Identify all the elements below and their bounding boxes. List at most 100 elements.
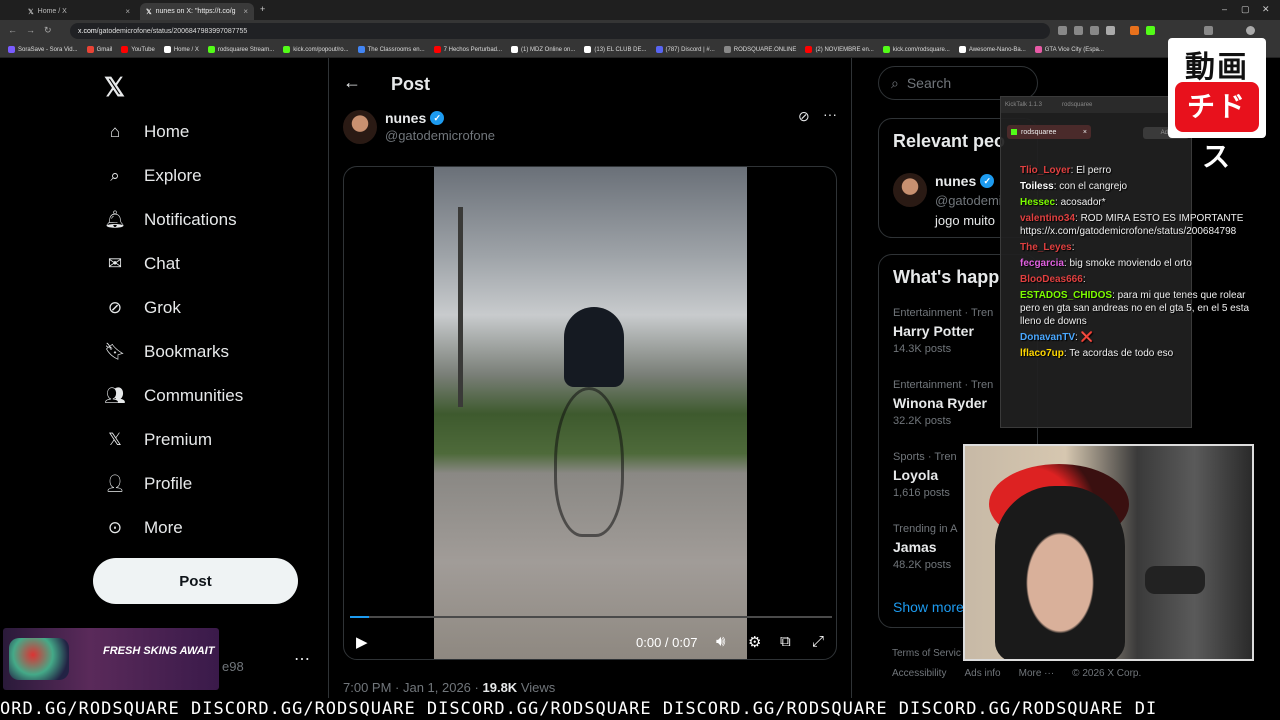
footer-link[interactable]: Ads info [964,668,1000,679]
chat-username[interactable]: fecgarcia [1020,258,1064,269]
nav-item-premium[interactable]: 𝕏 Premium [104,420,212,460]
close-window-icon[interactable]: ✕ [1262,4,1270,15]
nav-item-profile[interactable]: 👤︎ Profile [104,464,192,504]
nav-item-chat[interactable]: ✉ Chat [104,244,180,284]
bookmark-item[interactable]: (1) MDZ Online on... [511,46,575,53]
nav-item-explore[interactable]: ⌕ Explore [104,156,201,196]
nav-item-bookmarks[interactable]: 🔖︎ Bookmarks [104,332,229,372]
chat-messages: Tlio_Loyer: El perro Toiless: con el cang… [1020,164,1262,363]
tab-close-icon[interactable]: × [243,7,248,16]
bookmark-star-icon[interactable] [1106,26,1115,35]
browser-tab-active[interactable]: 𝕏 nunes on X: "https://t.co/g × [140,3,254,20]
minimize-icon[interactable]: – [1222,4,1227,14]
fullscreen-icon[interactable]: ⤢ [812,633,824,650]
author-name-row[interactable]: nunes ✓ [385,110,445,126]
webcam-overlay [963,444,1254,661]
bookmark-item[interactable]: YouTube [121,46,155,53]
video-progress-bar[interactable] [350,616,832,618]
search-input[interactable]: ⌕ Search [878,66,1038,100]
new-tab-button[interactable]: + [260,4,265,14]
chat-username[interactable]: The_Leyes [1020,242,1072,253]
chat-username[interactable]: DonavanTV [1020,332,1075,343]
chat-username[interactable]: valentino34 [1020,213,1075,224]
extension-icon[interactable] [1130,26,1139,35]
channel-logo: 動画 チドス [1168,38,1266,172]
bookmark-item[interactable]: (787) Discord | #... [655,46,715,53]
chat-username[interactable]: Toiless [1020,181,1054,192]
chat-channel-tab[interactable]: rodsquaree × [1007,125,1091,139]
video-player[interactable]: ▶ 0:00 / 0:07 🔊︎ ⚙ ⧉ ⤢ [343,166,837,660]
bookmark-item[interactable]: kick.com/popout/ro... [283,46,349,53]
profile-avatar-icon[interactable] [1246,26,1255,35]
relevant-user-name-row[interactable]: nunes ✓ [935,173,995,189]
relevant-user-handle[interactable]: @gatodemi [935,193,1002,208]
reload-icon[interactable]: ↻ [44,25,52,36]
x-logo-icon[interactable]: 𝕏 [104,72,125,103]
avatar[interactable] [343,110,377,144]
footer-link[interactable]: More ··· [1019,668,1055,679]
play-icon[interactable]: ▶ [356,633,368,651]
bookmark-item[interactable]: Home / X [163,46,199,53]
nav-item-more[interactable]: ⊙ More [104,508,183,548]
bookmark-item[interactable]: SoraSave - Sora Vid... [8,46,78,53]
streamer-face [995,486,1125,659]
browser-tab[interactable]: 𝕏 Home / X × [22,3,136,20]
footer-link[interactable]: Terms of Servic [892,648,961,659]
bell-icon: 🔔︎ [104,210,126,229]
bookmark-item[interactable]: 7 Hechos Perturbad... [433,46,502,53]
settings-gear-icon[interactable]: ⚙ [748,633,761,651]
extension-icon[interactable] [1074,26,1083,35]
chat-username[interactable]: Tlio_Loyer [1020,165,1071,176]
nav-item-grok[interactable]: ⊘ Grok [104,288,181,328]
close-icon[interactable]: × [1083,129,1087,136]
post-timestamp[interactable]: 7:00 PM · Jan 1, 2026 [343,680,471,695]
chat-message: The_Leyes: [1020,241,1262,254]
bookmark-item[interactable]: GTA Vice City (Espa... [1034,46,1104,53]
views-label: Views [520,680,556,695]
relevant-user-name[interactable]: nunes [935,173,976,189]
bookmark-label: Awesome-Nano-Ba... [968,46,1026,53]
video-frame [434,167,747,659]
url-field[interactable]: x.com/gatodemicrofone/status/20068479839… [70,23,1050,39]
bookmark-item[interactable]: Gmail [86,46,112,53]
extension-icon[interactable] [1058,26,1067,35]
promo-banner[interactable]: FRESH SKINS AWAIT [3,628,219,690]
footer-link[interactable]: Accessibility [892,668,946,679]
bookmark-item[interactable]: (13) EL CLUB DE... [584,46,647,53]
chat-username[interactable]: BlooDeas666 [1020,274,1083,285]
verified-badge-icon: ✓ [430,111,445,125]
more-options-icon[interactable]: ··· [823,106,837,122]
author-handle[interactable]: @gatodemicrofone [385,128,495,143]
bookmark-item[interactable]: The Classrooms en... [357,46,425,53]
avatar[interactable] [893,173,927,207]
grok-icon[interactable]: ⊘ [798,108,810,125]
bookmark-item[interactable]: RODSQUARE.ONLINE [723,46,796,53]
forward-nav-icon[interactable]: → [26,25,35,35]
extension-icon[interactable] [1146,26,1155,35]
author-name[interactable]: nunes [385,110,426,126]
maximize-icon[interactable]: ▢ [1241,4,1250,15]
account-more-icon[interactable]: ⋯ [294,649,310,669]
back-arrow-icon[interactable]: ← [343,72,361,93]
chat-username[interactable]: Hessec [1020,197,1055,208]
bookmark-item[interactable]: kick.com/rodsquare... [882,46,950,53]
bookmark-item[interactable]: rodsquaree Stream... [207,46,274,53]
nav-item-communities[interactable]: 👥︎ Communities [104,376,243,416]
bookmark-item[interactable]: (2) NOVIEMBRE en... [805,46,874,53]
chat-channel-name: rodsquaree [1062,102,1093,108]
extension-icon[interactable] [1090,26,1099,35]
picture-in-picture-icon[interactable]: ⧉ [780,633,791,650]
show-more-link[interactable]: Show more [893,599,964,615]
extension-icon[interactable] [1204,26,1213,35]
nav-item-home[interactable]: ⌂ Home [104,112,190,152]
chat-username[interactable]: lflaco7up [1020,348,1064,359]
post-button[interactable]: Post [93,558,298,604]
bookmark-item[interactable]: Awesome-Nano-Ba... [958,46,1026,53]
chat-username[interactable]: ESTADOS_CHIDOS [1020,290,1112,301]
nav-item-notifications[interactable]: 🔔︎ Notifications [104,200,236,240]
views-count: 19.8K [482,680,518,695]
back-nav-icon[interactable]: ← [8,25,17,35]
volume-icon[interactable]: 🔊︎ [716,633,725,650]
tab-close-icon[interactable]: × [125,7,130,16]
video-time: 0:00 / 0:07 [636,635,698,650]
